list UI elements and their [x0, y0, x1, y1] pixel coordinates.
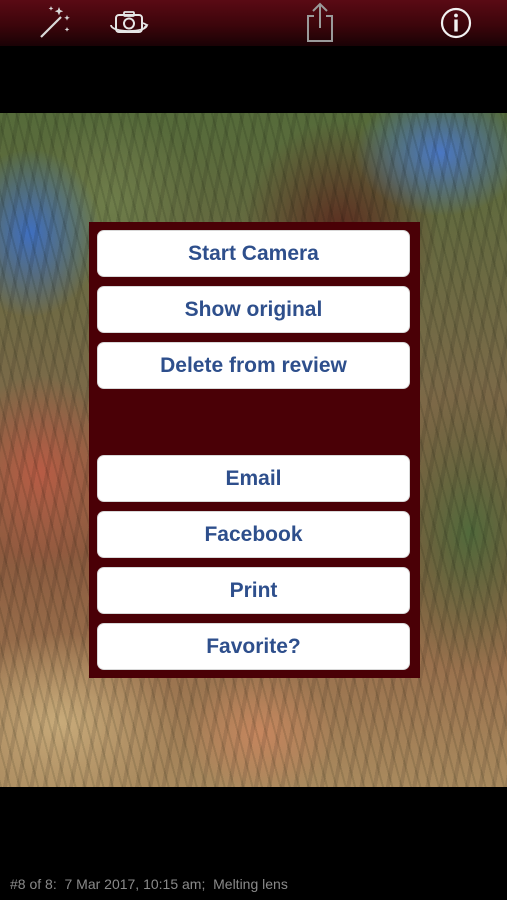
action-menu: Start Camera Show original Delete from r…: [89, 222, 420, 678]
top-toolbar: [0, 0, 507, 46]
delete-from-review-button[interactable]: Delete from review: [97, 342, 410, 389]
info-button[interactable]: [431, 0, 481, 46]
camera-rotate-icon: [110, 11, 149, 33]
print-button[interactable]: Print: [97, 567, 410, 614]
email-button[interactable]: Email: [97, 455, 410, 502]
show-original-button[interactable]: Show original: [97, 286, 410, 333]
magic-wand-button[interactable]: [28, 0, 78, 46]
magic-wand-icon: [40, 6, 70, 38]
photo-info-status: #8 of 8: 7 Mar 2017, 10:15 am; Melting l…: [10, 876, 288, 892]
favorite-button[interactable]: Favorite?: [97, 623, 410, 670]
info-icon: [440, 7, 472, 39]
share-icon: [307, 2, 333, 42]
start-camera-button[interactable]: Start Camera: [97, 230, 410, 277]
share-button[interactable]: [295, 0, 345, 46]
facebook-button[interactable]: Facebook: [97, 511, 410, 558]
camera-rotate-button[interactable]: [104, 0, 154, 46]
